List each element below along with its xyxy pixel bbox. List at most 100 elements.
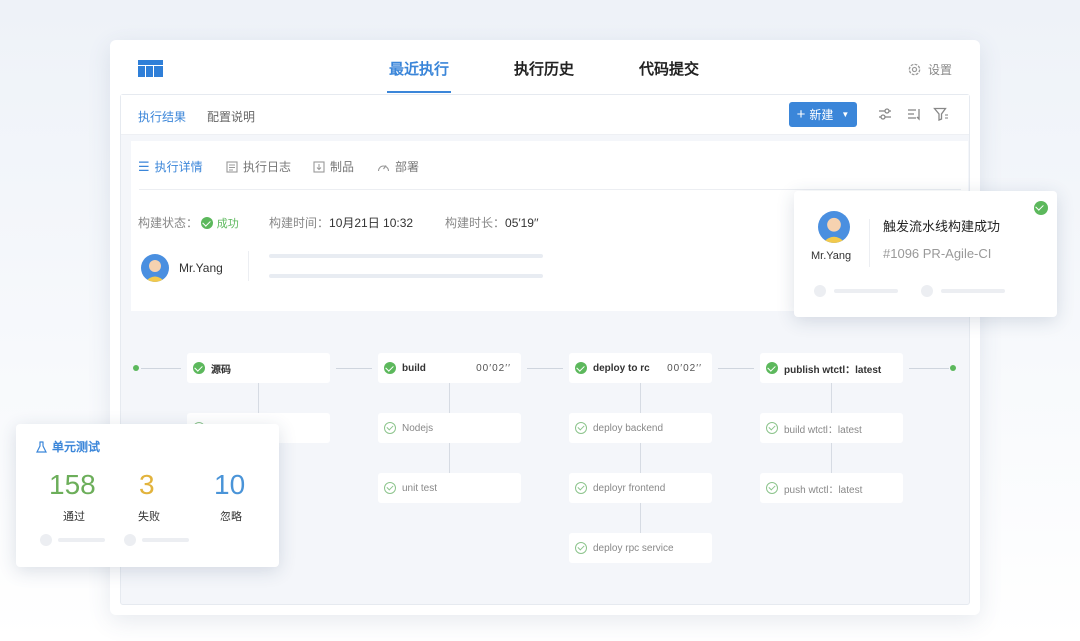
user-name: Mr.Yang [179,261,223,275]
placeholder-bar [269,274,543,278]
tab-run-history[interactable]: 执行历史 [514,58,574,79]
stage-duration: 00′02′′ [667,362,702,374]
connector-line [258,383,259,413]
check-ring-icon [766,422,778,434]
failed-label: 失败 [138,511,160,523]
log-icon [226,160,238,173]
settings-button[interactable]: 设置 [907,61,952,78]
sub-toolbar: 执行结果 配置说明 + 新建 ▼ [121,95,969,135]
placeholder-dot [921,285,933,297]
tab-code-commits[interactable]: 代码提交 [639,58,699,79]
stage-name: deploy to rc [593,362,650,374]
plus-icon: + [796,106,806,123]
placeholder-dot [40,534,52,546]
subtab-config-notes[interactable]: 配置说明 [207,108,255,125]
connector-line [449,443,450,473]
check-ring-icon [384,482,396,494]
subtab-run-result[interactable]: 执行结果 [138,108,186,125]
check-ring-icon [384,422,396,434]
check-ring-icon [575,482,587,494]
connector-line [640,383,641,413]
connector-line [449,383,450,413]
artifact-icon [313,160,325,173]
app-logo-icon[interactable] [138,60,163,77]
connector-line [527,368,563,369]
unit-test-card[interactable]: 单元测试 158 通过 3 失败 10 忽略 [16,424,279,567]
job-name: Nodejs [402,422,434,434]
avatar [818,211,850,243]
check-ring-icon [766,482,778,494]
notification-subtitle: #1096 PR-Agile-CI [883,246,992,261]
success-check-icon [766,362,778,374]
build-time-value: 10月21日 10:32 [329,216,414,230]
list-icon: ☰ [138,158,150,174]
connector-line [336,368,372,369]
job-name: deployr frontend [593,482,666,494]
deploy-gauge-icon [377,164,390,171]
job-name: build wtctl：latest [784,424,862,436]
job-name: deploy backend [593,422,664,434]
stage-name: 源码 [211,364,231,376]
success-check-icon [1034,200,1048,218]
placeholder-dot [814,285,826,297]
new-button[interactable]: + 新建 ▼ [789,102,857,127]
stage-name: publish wtctl：latest [784,364,882,376]
notification-card[interactable]: Mr.Yang 触发流水线构建成功 #1096 PR-Agile-CI [794,191,1057,317]
build-status: 构建状态： 成功 [138,214,239,231]
job-name: deploy rpc service [593,542,674,554]
filter-icon[interactable] [933,106,949,122]
caret-down-icon: ▼ [841,110,850,119]
job-item[interactable]: build wtctl：latest [760,413,903,443]
job-item[interactable]: Nodejs [378,413,521,443]
detail-tab-artifacts[interactable]: 制品 [313,158,354,175]
failed-count: 3 [139,469,155,500]
connector-line [831,383,832,413]
passed-label: 通过 [63,511,85,523]
detail-tab-execution[interactable]: ☰ 执行详情 [138,158,203,175]
detail-tab-log[interactable]: 执行日志 [226,158,291,175]
check-ring-icon [575,422,587,434]
new-button-label: 新建 [809,108,834,122]
detail-tab-label: 部署 [395,160,420,174]
job-item[interactable]: deploy backend [569,413,712,443]
success-check-icon [384,362,396,374]
build-status-value: 成功 [216,218,239,230]
stage-build[interactable]: build 00′02′′ [378,353,521,383]
stage-source[interactable]: 源码 [187,353,330,383]
build-status-label: 构建状态： [138,216,199,230]
unit-test-title: 单元测试 [52,440,101,454]
stage-deploy-rc[interactable]: deploy to rc 00′02′′ [569,353,712,383]
success-check-icon [575,362,587,374]
active-tab-indicator [387,91,451,93]
tab-recent-runs[interactable]: 最近执行 [389,58,449,79]
build-duration-value: 05′19′′ [505,216,539,230]
detail-tab-deploy[interactable]: 部署 [377,158,419,175]
skipped-label: 忽略 [220,511,242,523]
divider [248,251,249,281]
job-item[interactable]: deployr frontend [569,473,712,503]
connector-line [640,503,641,533]
placeholder-bar [142,538,189,542]
connector-line [831,443,832,473]
avatar [141,254,169,282]
gear-icon [908,63,921,76]
divider [139,189,961,190]
detail-tab-label: 执行日志 [243,160,292,174]
stage-duration: 00′02′′ [476,362,511,374]
placeholder-bar [269,254,543,258]
connector-line [640,443,641,473]
detail-tab-label: 制品 [330,160,355,174]
build-time: 构建时间：10月21日 10:32 [269,214,413,231]
job-item[interactable]: deploy rpc service [569,533,712,563]
success-check-icon [193,362,205,374]
sort-icon[interactable] [906,106,922,122]
stage-name: build [402,362,426,374]
job-item[interactable]: unit test [378,473,521,503]
success-check-icon [201,217,214,229]
job-item[interactable]: push wtctl：latest [760,473,903,503]
placeholder-dot [124,534,136,546]
connector-line [909,368,949,369]
unit-test-header: 单元测试 [36,438,100,455]
sliders-icon[interactable] [877,106,893,122]
stage-publish[interactable]: publish wtctl：latest [760,353,903,383]
